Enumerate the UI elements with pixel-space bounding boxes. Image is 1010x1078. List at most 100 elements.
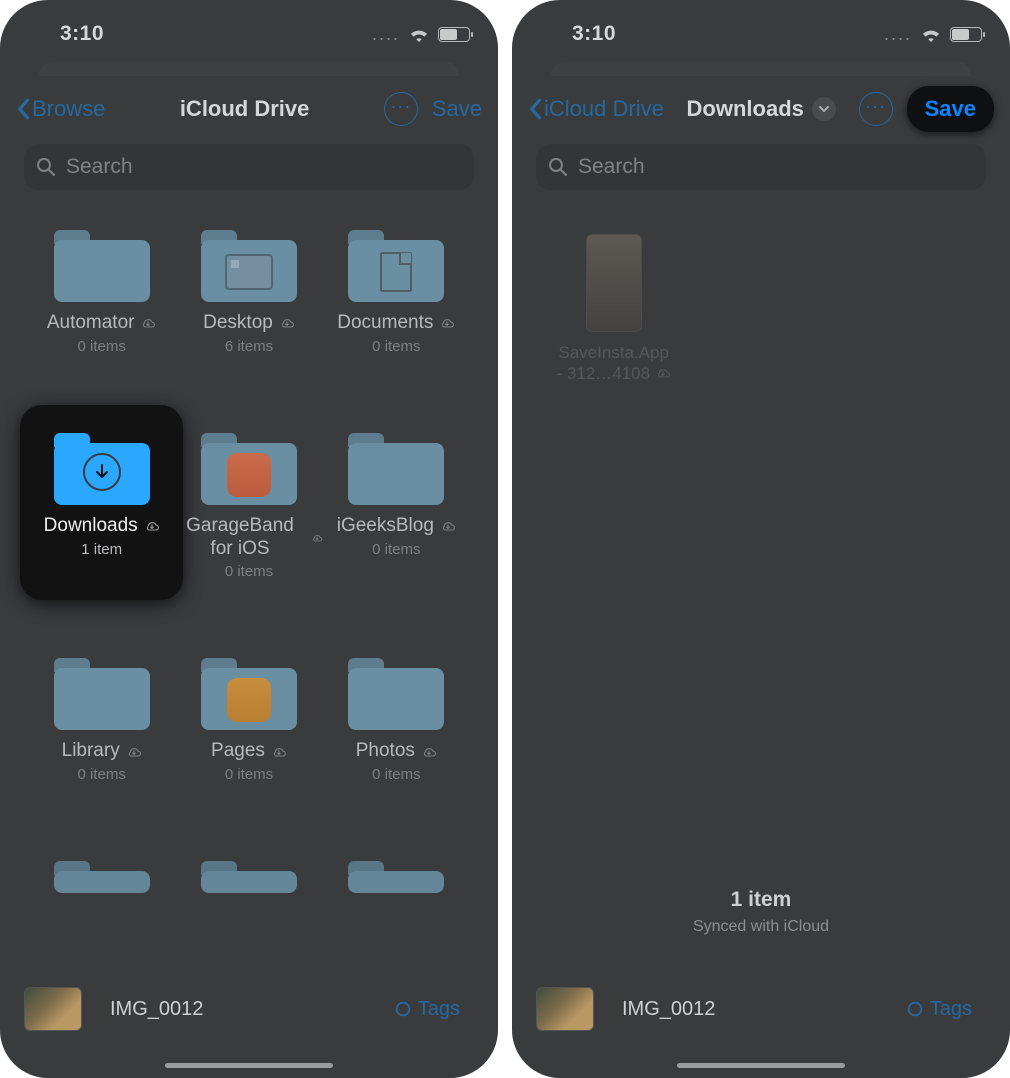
download-glyph-icon — [83, 453, 121, 491]
screenshot-left: 3:10 .... Browse iCloud Drive ··· Save S… — [0, 0, 498, 1078]
pages-glyph-icon — [227, 678, 271, 722]
status-icons: .... — [884, 24, 982, 45]
cloud-icon — [655, 367, 671, 379]
nav-bar: Browse iCloud Drive ··· Save — [0, 70, 498, 138]
folder-label: Pages — [211, 740, 265, 763]
folder-igeeksblog[interactable]: iGeeksBlog 0 items — [323, 433, 470, 581]
folder-partial-1[interactable] — [28, 861, 175, 893]
file-thumbnail — [586, 234, 642, 332]
folder-partial-3[interactable] — [323, 861, 470, 893]
tags-button[interactable]: Tags — [394, 998, 460, 1021]
cloud-icon — [421, 746, 437, 758]
folder-icon — [201, 433, 297, 505]
folder-grid: Automator 0 items Desktop 6 items Docume… — [0, 190, 498, 893]
back-label: Browse — [32, 96, 105, 122]
more-button[interactable]: ··· — [384, 92, 418, 126]
search-icon — [548, 157, 568, 177]
status-icons: .... — [372, 24, 470, 45]
filename-field[interactable]: IMG_0012 Tags — [96, 984, 474, 1034]
folder-documents[interactable]: Documents 0 items — [323, 230, 470, 355]
tags-button[interactable]: Tags — [906, 998, 972, 1021]
chevron-left-icon — [16, 98, 30, 120]
search-placeholder: Search — [66, 155, 133, 179]
folder-downloads[interactable]: Downloads 1 item — [20, 405, 183, 601]
folder-summary: 1 item Synced with iCloud — [512, 888, 1010, 936]
folder-label: Documents — [337, 312, 433, 335]
chevron-left-icon — [528, 98, 542, 120]
sync-status: Synced with iCloud — [512, 918, 1010, 936]
tag-icon — [906, 1000, 924, 1018]
folder-icon — [201, 230, 297, 302]
cloud-icon — [311, 532, 323, 544]
clock: 3:10 — [572, 22, 616, 46]
status-bar: 3:10 .... — [0, 0, 498, 60]
sheet-handle — [39, 62, 459, 76]
folder-count: 1 item — [81, 541, 122, 558]
folder-label: Library — [62, 740, 120, 763]
folder-garageband[interactable]: GarageBand for iOS 0 items — [175, 433, 322, 581]
search-field[interactable]: Search — [536, 144, 986, 190]
folder-label: Automator — [47, 312, 135, 335]
save-button[interactable]: Save — [432, 96, 482, 122]
filename-bar: IMG_0012 Tags — [24, 984, 474, 1034]
wifi-icon — [408, 26, 430, 42]
back-button[interactable]: Browse — [16, 96, 105, 122]
document-glyph-icon — [380, 252, 412, 292]
folder-icon — [348, 433, 444, 505]
wifi-icon — [920, 26, 942, 42]
desktop-glyph-icon — [225, 254, 273, 290]
folder-count: 0 items — [225, 766, 273, 783]
folder-icon — [348, 658, 444, 730]
folder-label: Photos — [356, 740, 415, 763]
folder-partial-2[interactable] — [175, 861, 322, 893]
folder-icon — [54, 433, 150, 505]
file-thumbnail — [24, 987, 82, 1031]
status-bar: 3:10 .... — [512, 0, 1010, 60]
back-label: iCloud Drive — [544, 96, 664, 122]
folder-count: 0 items — [372, 766, 420, 783]
clock: 3:10 — [60, 22, 104, 46]
battery-icon — [950, 27, 982, 42]
file-grid: SaveInsta.App - 312…4108 — [512, 190, 1010, 385]
folder-label: GarageBand for iOS — [175, 515, 304, 561]
folder-desktop[interactable]: Desktop 6 items — [175, 230, 322, 355]
page-title: iCloud Drive — [105, 96, 383, 122]
file-thumbnail — [536, 987, 594, 1031]
filename-bar: IMG_0012 Tags — [536, 984, 986, 1034]
folder-icon — [54, 658, 150, 730]
save-button[interactable]: Save — [907, 86, 994, 132]
folder-photos[interactable]: Photos 0 items — [323, 658, 470, 783]
more-button[interactable]: ··· — [859, 92, 893, 126]
folder-count: 0 items — [77, 766, 125, 783]
folder-icon — [348, 861, 444, 893]
filename-field[interactable]: IMG_0012 Tags — [608, 984, 986, 1034]
screenshot-right: 3:10 .... iCloud Drive Downloads ··· Sav… — [512, 0, 1010, 1078]
cellular-icon: .... — [884, 24, 912, 45]
folder-icon — [201, 861, 297, 893]
cloud-icon — [279, 317, 295, 329]
nav-bar: iCloud Drive Downloads ··· Save — [512, 70, 1010, 138]
cloud-icon — [271, 746, 287, 758]
home-indicator — [677, 1063, 845, 1068]
ellipsis-icon: ··· — [865, 97, 886, 115]
folder-count: 0 items — [77, 338, 125, 355]
back-button[interactable]: iCloud Drive — [528, 96, 664, 122]
tag-icon — [394, 1000, 412, 1018]
file-item[interactable]: SaveInsta.App - 312…4108 — [540, 234, 687, 385]
folder-icon — [201, 658, 297, 730]
title-menu-button[interactable] — [812, 97, 836, 121]
cloud-icon — [126, 746, 142, 758]
cloud-icon — [440, 520, 456, 532]
cloud-icon — [144, 520, 160, 532]
sheet-handle — [551, 62, 971, 76]
chevron-down-icon — [818, 105, 830, 113]
folder-pages[interactable]: Pages 0 items — [175, 658, 322, 783]
page-title: Downloads — [687, 96, 804, 122]
folder-library[interactable]: Library 0 items — [28, 658, 175, 783]
folder-count: 6 items — [225, 338, 273, 355]
garageband-glyph-icon — [227, 453, 271, 497]
search-field[interactable]: Search — [24, 144, 474, 190]
home-indicator — [165, 1063, 333, 1068]
folder-automator[interactable]: Automator 0 items — [28, 230, 175, 355]
ellipsis-icon: ··· — [390, 97, 411, 115]
